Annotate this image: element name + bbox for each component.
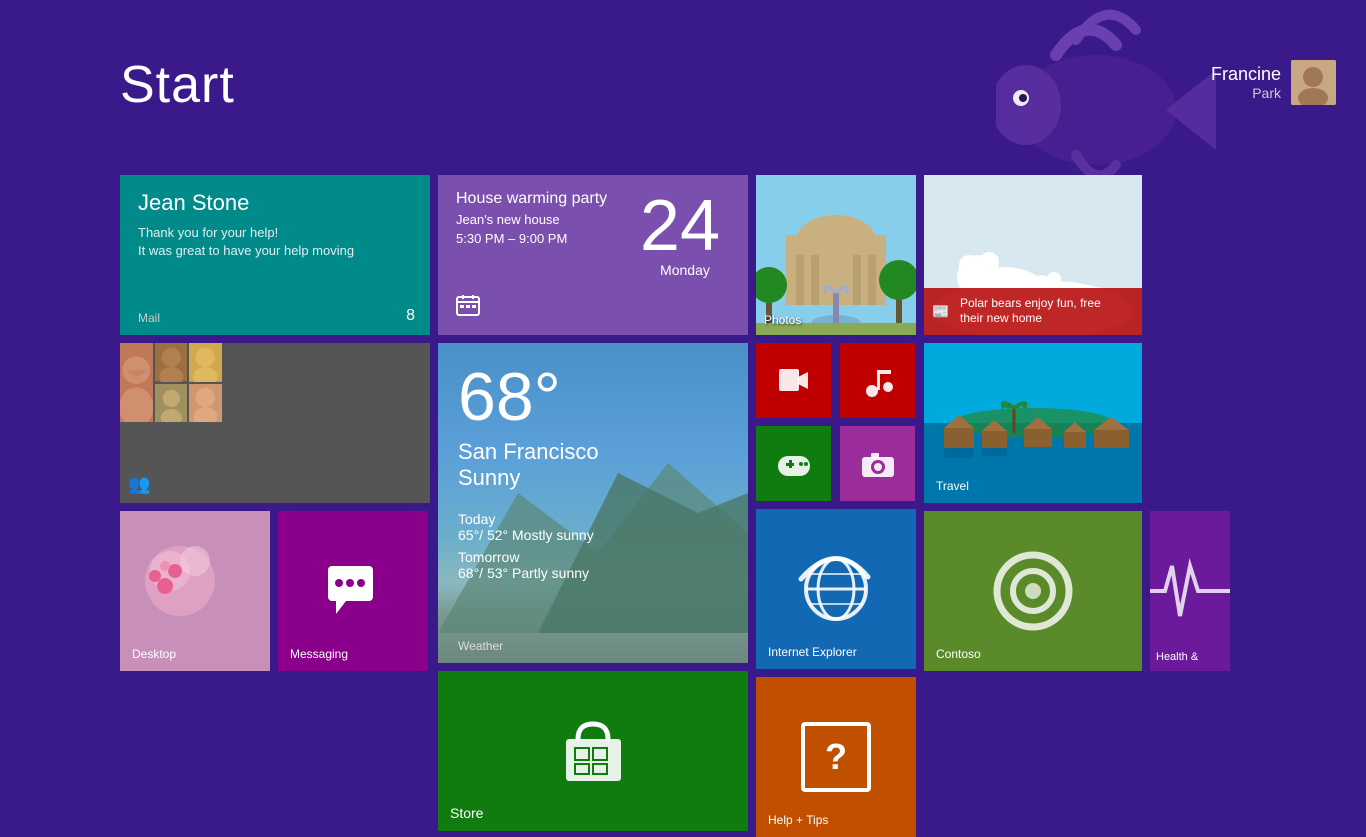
news-headline: Polar bears enjoy fun, freetheir new hom…: [960, 296, 1101, 327]
ie-label: Internet Explorer: [768, 645, 857, 659]
tile-messaging[interactable]: Messaging: [278, 511, 428, 671]
small-tiles: [756, 343, 916, 501]
user-first-name: Francine: [1211, 64, 1281, 85]
mail-badge: 8: [406, 307, 415, 325]
cal-event-title: House warming party: [456, 190, 640, 208]
weather-label: Weather: [458, 639, 503, 653]
games-icon: [776, 450, 812, 478]
bottom-row-col4: Contoso Health &: [924, 511, 1230, 671]
help-label: Help + Tips: [768, 813, 828, 827]
people-icon: 👥: [128, 474, 150, 495]
weather-condition: Sunny: [458, 465, 728, 491]
tile-calendar[interactable]: House warming party Jean's new house 5:3…: [438, 175, 748, 335]
tile-people[interactable]: 👥: [120, 343, 430, 503]
travel-label: Travel: [936, 479, 969, 493]
tile-desktop[interactable]: Desktop: [120, 511, 270, 671]
fish-decoration: [996, 0, 1216, 200]
ie-icon: [796, 549, 876, 629]
contoso-logo: [993, 551, 1073, 631]
tiles-grid: Jean Stone Thank you for your help! It w…: [120, 175, 1230, 837]
health-label: Health &: [1156, 651, 1198, 663]
weather-today: Today 65°/ 52° Mostly sunny: [458, 511, 728, 543]
contoso-label: Contoso: [936, 647, 981, 661]
bottom-row-col1: Desktop Messaging: [120, 511, 430, 671]
tile-contoso[interactable]: Contoso: [924, 511, 1142, 671]
cal-event-time: 5:30 PM – 9:00 PM: [456, 231, 640, 246]
mail-sender: Jean Stone: [138, 190, 412, 216]
weather-forecast: Today 65°/ 52° Mostly sunny Tomorrow 68°…: [458, 511, 728, 581]
tile-help[interactable]: ? Help + Tips: [756, 677, 916, 837]
tile-camera[interactable]: [840, 426, 915, 501]
mail-label: Mail: [138, 311, 160, 325]
tile-weather[interactable]: 68° San Francisco Sunny Today 65°/ 52° M…: [438, 343, 748, 663]
tile-store[interactable]: Store: [438, 671, 748, 831]
tile-photos[interactable]: Photos: [756, 175, 916, 335]
tile-health[interactable]: Health &: [1150, 511, 1230, 671]
page-title: Start: [120, 55, 235, 115]
column-4: 📰 Polar bears enjoy fun, freetheir new h…: [924, 175, 1230, 837]
user-profile[interactable]: Francine Park: [1211, 60, 1336, 105]
mail-message: Thank you for your help! It was great to…: [138, 224, 412, 260]
weather-temp: 68°: [458, 363, 728, 431]
avatar[interactable]: [1291, 60, 1336, 105]
tile-video[interactable]: [756, 343, 831, 418]
store-label: Store: [450, 805, 483, 821]
user-last-name: Park: [1211, 85, 1281, 101]
news-icon: 📰: [932, 303, 952, 320]
column-3: Photos: [756, 175, 916, 837]
column-1: Jean Stone Thank you for your help! It w…: [120, 175, 430, 837]
calendar-icon: [456, 294, 480, 323]
help-icon: ?: [801, 722, 871, 792]
tile-mail[interactable]: Jean Stone Thank you for your help! It w…: [120, 175, 430, 335]
weather-city: San Francisco: [458, 439, 728, 465]
messaging-label: Messaging: [290, 647, 348, 661]
column-2: House warming party Jean's new house 5:3…: [438, 175, 748, 837]
cal-date-number: 24: [640, 190, 720, 262]
camera-icon: [861, 450, 895, 478]
user-name: Francine Park: [1211, 64, 1281, 101]
weather-tomorrow: Tomorrow 68°/ 53° Partly sunny: [458, 549, 728, 581]
photos-label: Photos: [764, 313, 801, 327]
tile-games[interactable]: [756, 426, 831, 501]
video-icon: [778, 367, 810, 395]
store-icon: [556, 714, 631, 789]
messaging-icon: [326, 564, 381, 619]
tile-ie[interactable]: Internet Explorer: [756, 509, 916, 669]
cal-event-subtitle: Jean's new house: [456, 212, 640, 227]
tile-news[interactable]: 📰 Polar bears enjoy fun, freetheir new h…: [924, 175, 1142, 335]
tile-music[interactable]: [840, 343, 915, 418]
news-bar: 📰 Polar bears enjoy fun, freetheir new h…: [924, 288, 1142, 335]
desktop-label: Desktop: [132, 647, 176, 661]
music-icon: [862, 365, 894, 397]
tile-travel[interactable]: Travel: [924, 343, 1142, 503]
